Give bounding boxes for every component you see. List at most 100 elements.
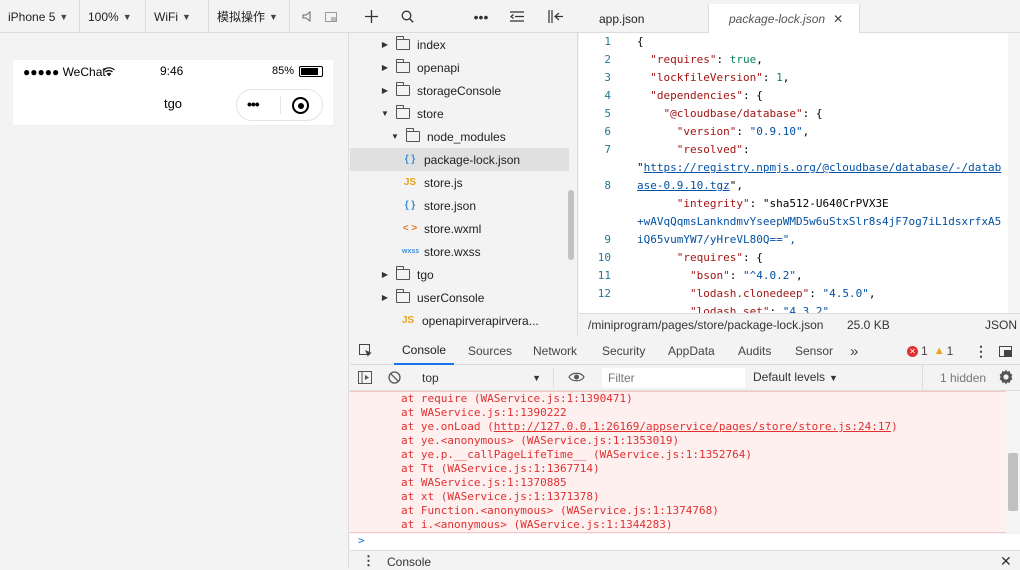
tree-item-node-modules[interactable]: ▼ node_modules (350, 125, 569, 148)
divider (922, 365, 923, 391)
inspect-icon[interactable] (359, 337, 377, 365)
chevron-down-icon[interactable]: ▼ (380, 109, 390, 118)
network-select[interactable]: WiFi ▼ (146, 0, 209, 33)
tab-appdata[interactable]: AppData (668, 337, 715, 365)
file-language[interactable]: JSON (985, 318, 1017, 332)
console-scrollbar[interactable] (1006, 391, 1020, 533)
kebab-menu-icon[interactable]: ⋮ (974, 337, 988, 365)
code-line: "https://registry.npmjs.org/@cloudbase/d… (637, 161, 1002, 174)
tab-sources[interactable]: Sources (468, 337, 512, 365)
console-error-line: at require (WAService.js:1:1390471) (401, 392, 633, 405)
tab-package-lock-json[interactable]: package-lock.json ✕ (708, 4, 860, 33)
pip-icon[interactable] (321, 0, 341, 33)
tree-item-tgo[interactable]: ▶ tgo (350, 263, 569, 286)
tree-item-store-wxss[interactable]: wxss store.wxss (350, 240, 569, 263)
folder-icon (396, 82, 410, 96)
tab-sensor[interactable]: Sensor (795, 337, 833, 365)
tree-item-store-wxml[interactable]: < > store.wxml (350, 217, 569, 240)
file-tree: ▶ index ▶ openapi ▶ storageConsole ▼ store ▼ node… (350, 33, 578, 335)
close-icon[interactable]: ✕ (1000, 553, 1012, 570)
tab-network[interactable]: Network (533, 337, 577, 365)
tree-scrollbar[interactable] (568, 190, 574, 260)
more-tabs-button[interactable]: » (850, 337, 858, 365)
chevron-right-icon[interactable]: ▶ (380, 270, 390, 279)
code-editor[interactable]: 1 2 3 4 5 6 7 8 9 10 11 12 { "requires": true, "loc… (579, 33, 1020, 313)
tree-item-label: store (417, 106, 444, 121)
undock-icon[interactable] (999, 337, 1012, 365)
tab-console[interactable]: Console (394, 337, 455, 365)
devtools-tabbar: Console Sources Network Security AppData… (350, 337, 1020, 365)
collapse-icon[interactable] (506, 0, 528, 33)
tree-item-store-json[interactable]: { } store.json (350, 194, 569, 217)
editor-tabs: app.json package-lock.json ✕ (579, 4, 1020, 33)
line-number: 7 (604, 143, 611, 156)
clear-console-icon[interactable] (388, 371, 401, 387)
drawer-tab-console[interactable]: Console (387, 555, 431, 569)
mute-icon[interactable] (297, 0, 317, 33)
console-error-line: at Function.<anonymous> (WAService.js:1:… (401, 504, 719, 517)
more-icon[interactable]: ••• (470, 0, 492, 33)
tab-app-json[interactable]: app.json (579, 4, 708, 33)
code-line: "integrity": "sha512-U640CrPVX3E (676, 197, 889, 210)
code-line: { (637, 35, 644, 48)
tree-item-label: index (417, 37, 446, 52)
tree-item-openapi[interactable]: ▶ openapi (350, 56, 569, 79)
chevron-down-icon[interactable]: ▼ (390, 132, 400, 141)
line-number: 6 (604, 125, 611, 138)
console-prompt[interactable]: > (350, 534, 1020, 550)
prompt-caret: > (358, 534, 365, 547)
line-number: 9 (604, 233, 611, 246)
chevron-right-icon[interactable]: ▶ (380, 86, 390, 95)
tree-item-openapirverapirvera[interactable]: JS openapirverapirvera... (350, 309, 569, 332)
chevron-right-icon[interactable]: ▶ (380, 63, 390, 72)
tab-audits[interactable]: Audits (738, 337, 771, 365)
tree-item-store[interactable]: ▼ store (350, 102, 569, 125)
code-line: "requires": true, (650, 53, 763, 66)
tree-item-storageconsole[interactable]: ▶ storageConsole (350, 79, 569, 102)
context-label: top (422, 371, 439, 385)
sidebar-toggle-icon[interactable] (358, 371, 372, 387)
context-select[interactable]: top ▼ (414, 368, 554, 388)
add-icon[interactable] (360, 0, 382, 33)
line-number: 2 (604, 53, 611, 66)
split-view-icon[interactable] (544, 0, 566, 33)
chevron-right-icon[interactable]: ▶ (380, 40, 390, 49)
code-line: "lodash.set": "4.3.2" (689, 305, 830, 313)
line-number: 11 (597, 269, 611, 282)
gear-icon[interactable] (998, 369, 1014, 388)
code-line: "resolved": (676, 143, 750, 156)
file-path: /miniprogram/pages/store/package-lock.js… (588, 318, 824, 332)
console-error-line: at WAService.js:1:1370885 (401, 476, 567, 489)
chevron-down-icon: ▼ (829, 373, 838, 383)
zoom-select[interactable]: 100% ▼ (80, 0, 146, 33)
code-line: "@cloudbase/database": { (663, 107, 823, 120)
tab-security[interactable]: Security (602, 337, 645, 365)
error-count-badge[interactable]: ✕ 1 ▲ 1 (907, 337, 953, 365)
phone-screen[interactable]: ●●●●● WeChat 9:46 85% tgo ••• (13, 60, 333, 126)
editor-scrollbar[interactable] (1008, 33, 1020, 313)
warning-icon: ▲ (933, 345, 945, 357)
code-line: "dependencies": { (650, 89, 763, 102)
chevron-down-icon: ▼ (59, 11, 69, 22)
tree-item-label: storageConsole (417, 83, 502, 98)
code-line: "bson": "^4.0.2", (689, 269, 803, 282)
capsule-close-button[interactable] (292, 97, 309, 114)
chevron-right-icon[interactable]: ▶ (380, 293, 390, 302)
tree-item-store-js[interactable]: JS store.js (350, 171, 569, 194)
sim-op-select[interactable]: 模拟操作 ▼ (209, 0, 290, 33)
tree-item-label: node_modules (427, 129, 506, 144)
levels-select[interactable]: Default levels ▼ (753, 370, 838, 384)
kebab-menu-icon[interactable]: ⋮ (362, 553, 375, 569)
tree-item-index[interactable]: ▶ index (350, 33, 569, 56)
console-error-line: at i.<anonymous> (WAService.js:1:1344283… (401, 518, 673, 531)
eye-icon[interactable] (568, 371, 585, 386)
filter-input[interactable] (602, 368, 745, 388)
search-icon[interactable] (396, 0, 418, 33)
device-select[interactable]: iPhone 5 ▼ (0, 0, 80, 33)
tree-item-label: openapirverapirvera... (422, 313, 539, 328)
console-toolbar: top ▼ Default levels▼ 1 hidden (350, 365, 1020, 391)
close-icon[interactable]: ✕ (833, 12, 843, 26)
capsule-more-button[interactable]: ••• (247, 96, 260, 112)
tree-item-package-lock-json[interactable]: { } package-lock.json (350, 148, 569, 171)
tree-item-userconsole[interactable]: ▶ userConsole (350, 286, 569, 309)
